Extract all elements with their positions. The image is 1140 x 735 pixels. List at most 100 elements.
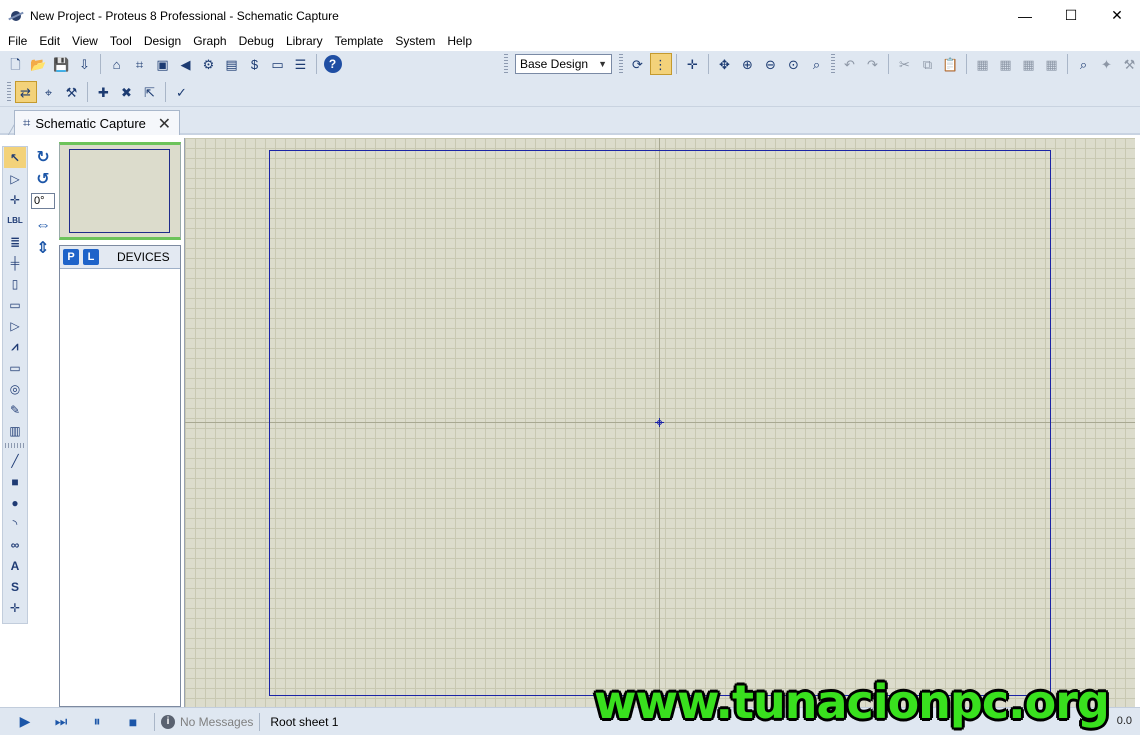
- tape-recorder-icon[interactable]: ▭: [4, 357, 26, 378]
- bom-icon[interactable]: $: [244, 53, 266, 75]
- notes-icon[interactable]: ☰: [290, 53, 312, 75]
- arc-2d-icon[interactable]: ◝: [4, 513, 26, 534]
- home-icon[interactable]: ⌂: [106, 53, 128, 75]
- toolbar-grip[interactable]: [619, 54, 623, 74]
- block-move-icon[interactable]: ▦: [995, 53, 1017, 75]
- toolbar-grip[interactable]: [831, 54, 835, 74]
- open-folder-icon[interactable]: 📂: [28, 53, 50, 75]
- new-file-icon[interactable]: 🗋: [5, 53, 27, 75]
- menu-view[interactable]: View: [66, 31, 104, 51]
- zoom-area-icon[interactable]: ⌕: [806, 53, 828, 75]
- electrical-rule-check-icon[interactable]: ✓: [171, 81, 193, 103]
- pause-simulation-button[interactable]: ⏸: [86, 711, 108, 733]
- menu-system[interactable]: System: [389, 31, 441, 51]
- pan-icon[interactable]: ✥: [714, 53, 736, 75]
- messages-status[interactable]: No Messages: [180, 715, 253, 729]
- text-2d-icon[interactable]: A: [4, 555, 26, 576]
- toolbar-grip[interactable]: [7, 82, 11, 102]
- virtual-instruments-icon[interactable]: ▥: [4, 420, 26, 441]
- make-device-icon[interactable]: ✦: [1096, 53, 1118, 75]
- menu-debug[interactable]: Debug: [233, 31, 280, 51]
- cut-icon[interactable]: ✂: [894, 53, 916, 75]
- marker-2d-icon[interactable]: ✛: [4, 597, 26, 618]
- menu-file[interactable]: File: [2, 31, 33, 51]
- stop-simulation-button[interactable]: ■: [122, 711, 144, 733]
- tab-schematic-capture[interactable]: ⌗ Schematic Capture ✕: [14, 110, 180, 135]
- generator-icon[interactable]: ◎: [4, 378, 26, 399]
- buses-icon[interactable]: ╪: [4, 252, 26, 273]
- search-tag-icon[interactable]: ⌖: [38, 81, 60, 103]
- pick-device-button[interactable]: P: [63, 249, 79, 265]
- gerber-icon[interactable]: ▤: [221, 53, 243, 75]
- design-variant-select[interactable]: Base Design ▼: [515, 54, 612, 74]
- terminals-icon[interactable]: ▭: [4, 294, 26, 315]
- pick-device-icon[interactable]: ⌕: [1073, 53, 1095, 75]
- zoom-out-icon[interactable]: ⊖: [760, 53, 782, 75]
- step-simulation-button[interactable]: ⏭: [50, 711, 72, 733]
- block-rotate-icon[interactable]: ▦: [1018, 53, 1040, 75]
- circle-2d-icon[interactable]: ●: [4, 492, 26, 513]
- zoom-all-icon[interactable]: ⊙: [783, 53, 805, 75]
- block-delete-icon[interactable]: ▦: [1041, 53, 1063, 75]
- rotate-anticlockwise-icon[interactable]: ↺: [31, 168, 55, 190]
- 3d-viewer-icon[interactable]: ⚙: [198, 53, 220, 75]
- menu-template[interactable]: Template: [329, 31, 390, 51]
- proteus-app-icon[interactable]: [8, 8, 24, 24]
- new-sheet-icon[interactable]: ✚: [93, 81, 115, 103]
- exit-to-parent-icon[interactable]: ⇱: [139, 81, 161, 103]
- schematic-editing-window[interactable]: [184, 138, 1135, 707]
- rotate-clockwise-icon[interactable]: ↻: [31, 146, 55, 168]
- redo-icon[interactable]: ↷: [862, 53, 884, 75]
- mirror-x-icon[interactable]: ⇔: [31, 215, 55, 237]
- wire-label-icon[interactable]: LBL: [4, 210, 26, 231]
- close-tab-icon[interactable]: ✕: [158, 114, 171, 134]
- simulation-icon[interactable]: ◀: [175, 53, 197, 75]
- block-copy-icon[interactable]: ▦: [972, 53, 994, 75]
- component-mode-icon[interactable]: ▷: [4, 168, 26, 189]
- toolbar-grip[interactable]: [504, 54, 508, 74]
- device-pins-icon[interactable]: ▷: [4, 315, 26, 336]
- symbol-2d-icon[interactable]: S: [4, 576, 26, 597]
- wire-autorouter-icon[interactable]: ⇄: [14, 81, 37, 103]
- close-window-button[interactable]: ✕: [1094, 0, 1140, 31]
- run-simulation-button[interactable]: ▶: [14, 711, 36, 733]
- pcb-icon[interactable]: ▣: [152, 53, 174, 75]
- property-tool-icon[interactable]: ⚒: [61, 81, 83, 103]
- text-script-icon[interactable]: ≣: [4, 231, 26, 252]
- line-2d-icon[interactable]: ╱: [4, 450, 26, 471]
- menu-library[interactable]: Library: [280, 31, 329, 51]
- library-manager-button[interactable]: L: [83, 249, 99, 265]
- help-icon[interactable]: ?: [322, 53, 344, 75]
- undo-icon[interactable]: ↶: [839, 53, 861, 75]
- toolbar-grip[interactable]: [5, 443, 25, 448]
- schematic-icon[interactable]: ⌗: [129, 53, 151, 75]
- paste-icon[interactable]: 📋: [940, 53, 962, 75]
- selection-mode-icon[interactable]: ↖: [4, 147, 26, 168]
- box-2d-icon[interactable]: ■: [4, 471, 26, 492]
- origin-icon[interactable]: ✛: [682, 53, 704, 75]
- vsm-studio-icon[interactable]: ▭: [267, 53, 289, 75]
- refresh-icon[interactable]: ⟳: [627, 53, 649, 75]
- path-2d-icon[interactable]: ∞: [4, 534, 26, 555]
- import-icon[interactable]: ⇩: [74, 53, 96, 75]
- junction-dot-icon[interactable]: ✛: [4, 189, 26, 210]
- overview-window[interactable]: [59, 142, 181, 240]
- grid-toggle-icon[interactable]: ⋮: [649, 53, 672, 75]
- rotation-angle-field[interactable]: 0°: [31, 193, 55, 209]
- remove-sheet-icon[interactable]: ✖: [116, 81, 138, 103]
- voltage-probe-icon[interactable]: ✎: [4, 399, 26, 420]
- menu-design[interactable]: Design: [138, 31, 187, 51]
- graph-mode-icon[interactable]: ⩘: [4, 336, 26, 357]
- packaging-tool-icon[interactable]: ⚒: [1119, 53, 1140, 75]
- menu-edit[interactable]: Edit: [33, 31, 66, 51]
- subcircuit-icon[interactable]: ▯: [4, 273, 26, 294]
- zoom-in-icon[interactable]: ⊕: [737, 53, 759, 75]
- device-list[interactable]: [60, 269, 180, 705]
- maximize-button[interactable]: ☐: [1048, 0, 1094, 31]
- save-icon[interactable]: 💾: [51, 53, 73, 75]
- menu-graph[interactable]: Graph: [187, 31, 232, 51]
- menu-tool[interactable]: Tool: [104, 31, 138, 51]
- info-icon[interactable]: i: [161, 714, 175, 729]
- mirror-y-icon[interactable]: ⇕: [31, 237, 55, 259]
- menu-help[interactable]: Help: [441, 31, 478, 51]
